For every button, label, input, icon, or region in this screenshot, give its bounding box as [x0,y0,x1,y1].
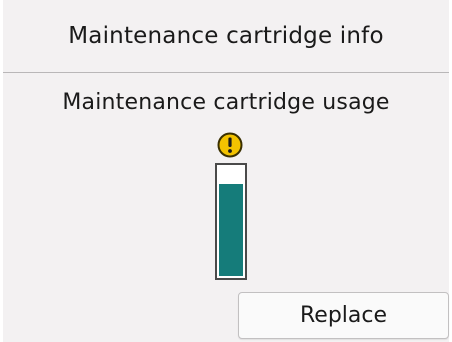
maintenance-cartridge-info-screen: Maintenance cartridge info Maintenance c… [3,0,449,342]
replace-button[interactable]: Replace [238,292,449,339]
exclamation-warning-icon [217,132,243,158]
page-title: Maintenance cartridge info [68,23,384,49]
title-divider [3,72,449,73]
usage-gauge [215,163,247,280]
usage-gauge-fill [219,184,243,276]
usage-label: Maintenance cartridge usage [62,89,390,115]
